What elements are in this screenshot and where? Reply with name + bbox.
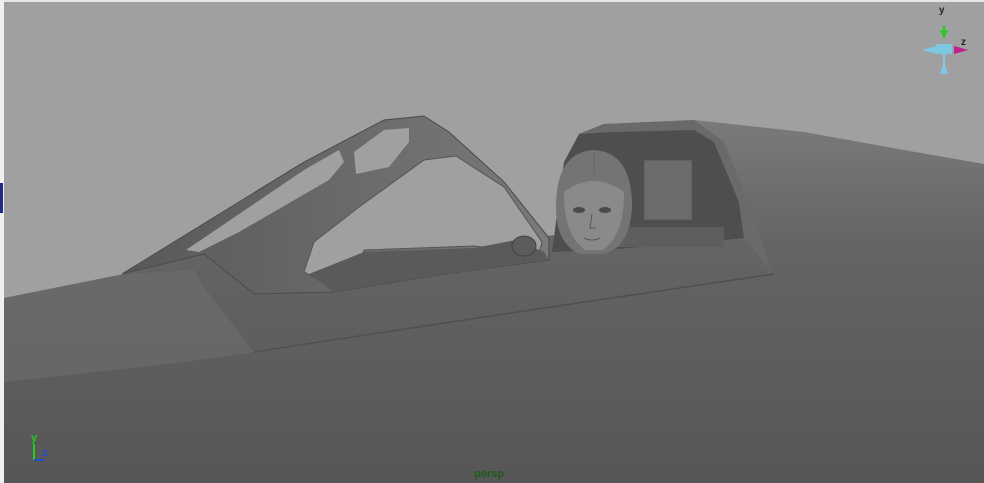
camera-label: persp — [474, 468, 504, 480]
rear-view-mirror[interactable] — [511, 235, 537, 257]
view-cube[interactable] — [922, 26, 968, 74]
axis-gizmo-y-label: y — [31, 432, 38, 444]
selection-marker — [0, 183, 3, 213]
axis-gizmo-z-label: z — [42, 447, 48, 459]
cockpit-seat[interactable] — [643, 159, 693, 221]
view-cube-y-label: y — [939, 5, 945, 16]
scene-canvas[interactable] — [4, 2, 984, 483]
view-cube-z-label: z — [961, 37, 966, 48]
perspective-viewport[interactable]: persp y z y z — [4, 2, 984, 483]
pilot-head[interactable] — [556, 150, 632, 254]
